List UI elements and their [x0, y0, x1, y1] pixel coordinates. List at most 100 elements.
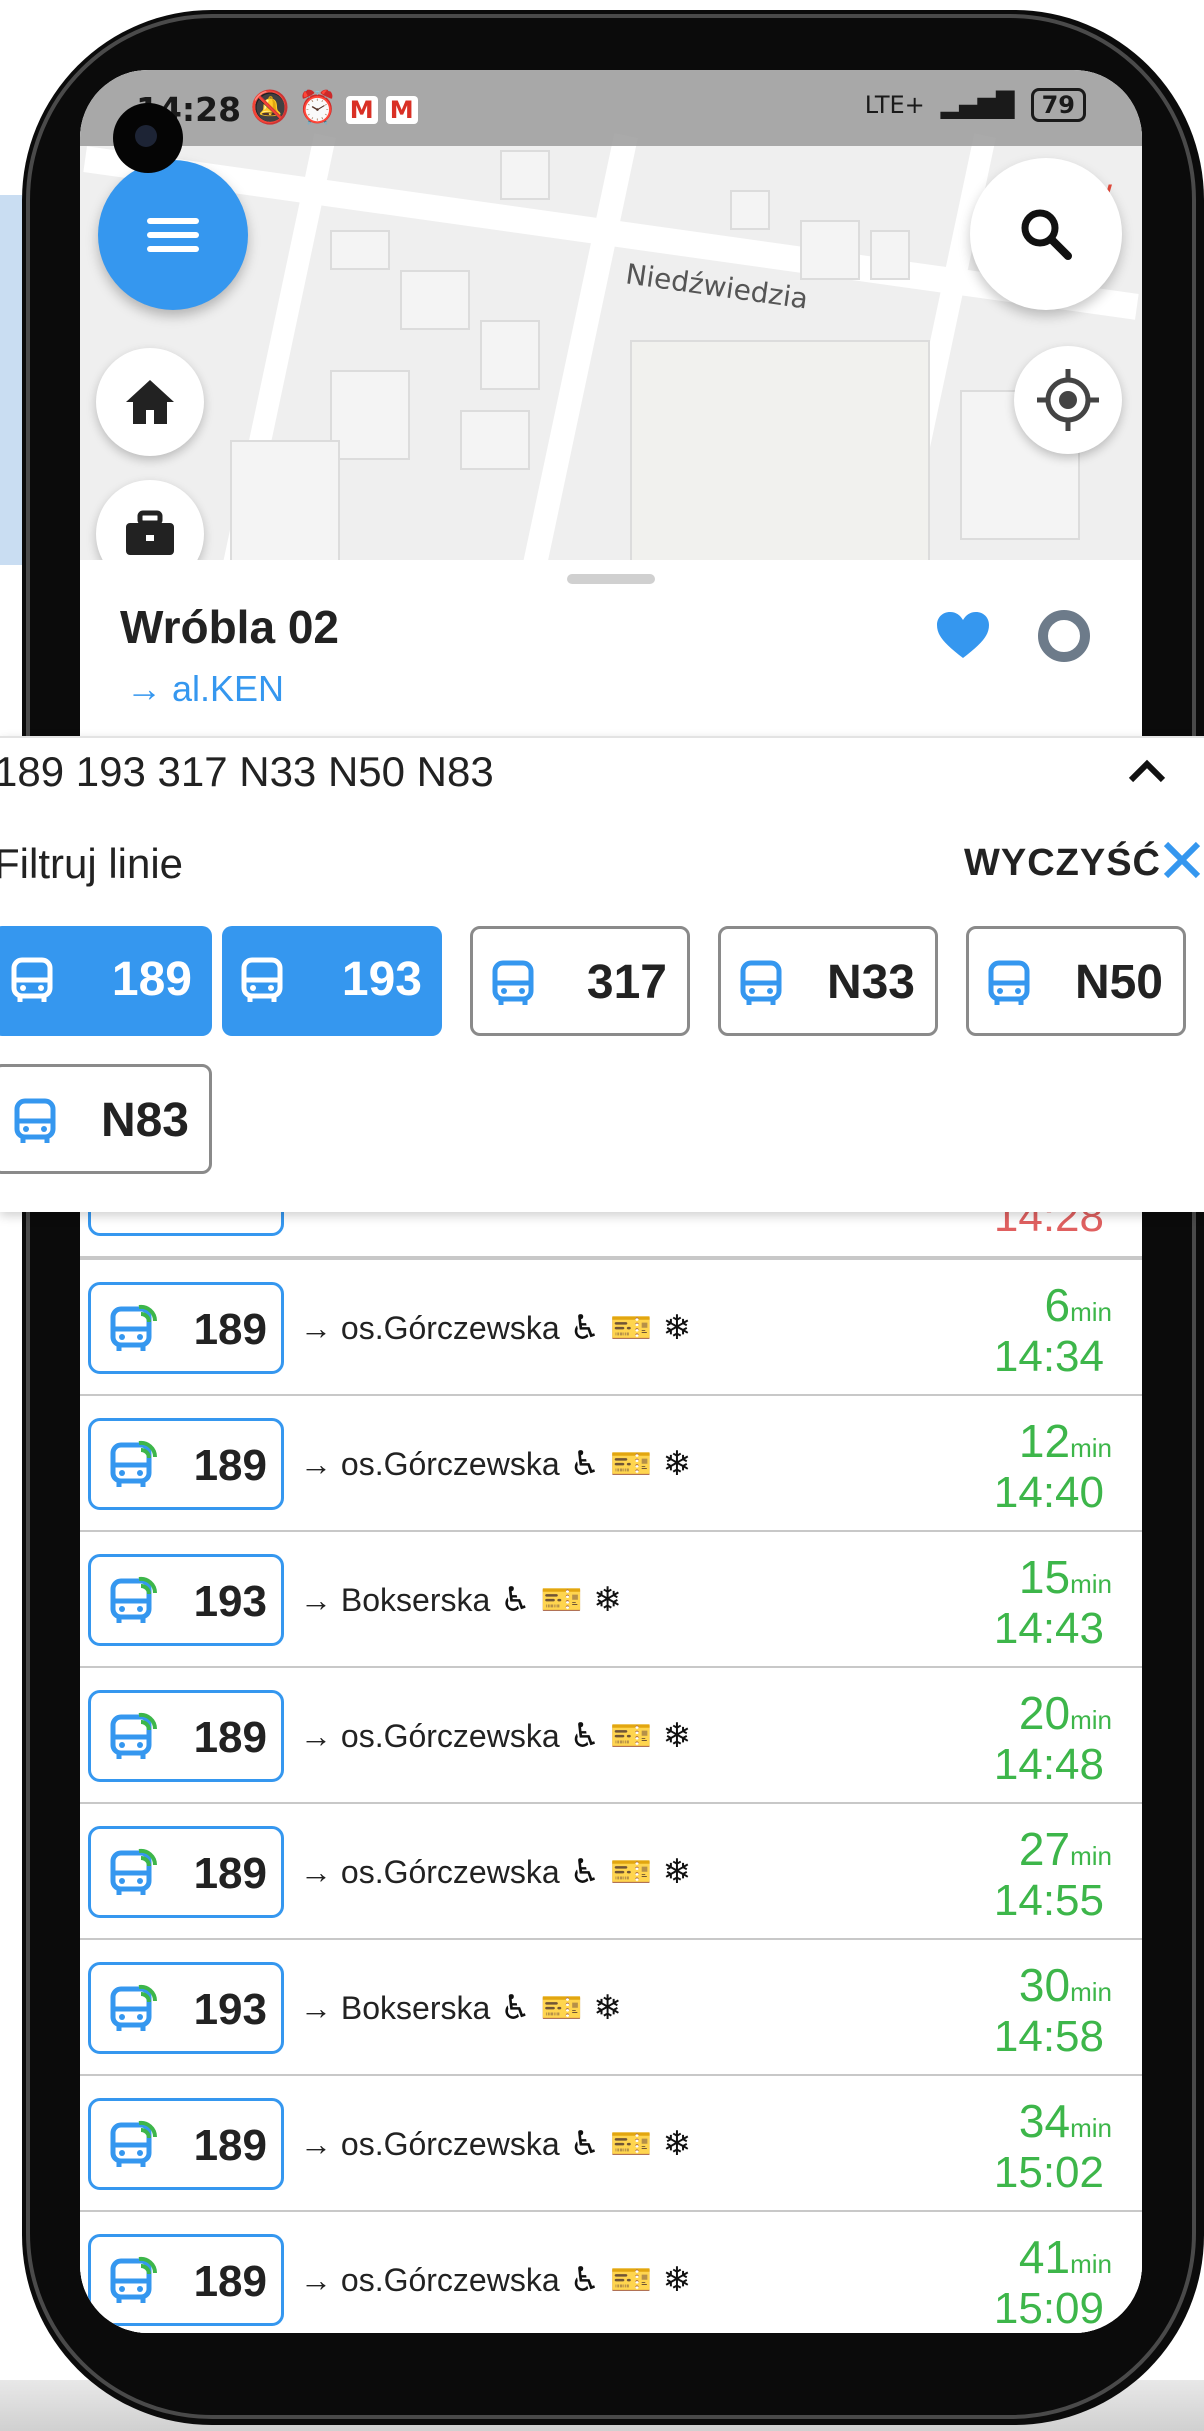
departure-time: 14:55	[993, 1876, 1104, 1925]
snowflake-icon: ❄	[662, 1308, 691, 1348]
line-badge: 189	[88, 1690, 284, 1782]
minutes-value: 27	[1018, 1823, 1071, 1875]
map-building	[460, 410, 530, 470]
status-system-icons: LTE+ ▂▄▆█ 79	[865, 88, 1086, 122]
minutes-unit: min	[1070, 1705, 1112, 1735]
search-button[interactable]	[970, 158, 1122, 310]
home-icon	[126, 380, 174, 424]
destination-label: → os.Górczewska	[300, 1445, 560, 1482]
clear-filter-close[interactable]	[1160, 838, 1204, 887]
map-building	[480, 320, 540, 390]
minutes-value: 12	[1018, 1415, 1071, 1467]
collapse-button[interactable]	[1125, 756, 1169, 791]
menu-button[interactable]	[98, 160, 248, 310]
wheelchair-icon: ♿	[500, 1988, 531, 2028]
front-camera	[113, 103, 183, 173]
line-chip-193[interactable]: 193	[222, 926, 442, 1036]
ticket-machine-icon: 🎫	[610, 1444, 653, 1484]
minutes-value: 34	[1018, 2095, 1071, 2147]
departure-minutes: 12min	[1019, 1414, 1112, 1468]
wheelchair-icon: ♿	[569, 2260, 601, 2300]
line-number: 189	[193, 2121, 267, 2170]
map-view[interactable]: Niedźwiedzia W 14:28 🔕⏰MM LTE+ ▂▄▆█ 79	[80, 70, 1142, 630]
line-badge: 193	[88, 1962, 284, 2054]
destination-label: → Bokserska	[300, 1581, 491, 1618]
map-building	[330, 230, 390, 270]
bus-realtime-icon	[107, 2119, 159, 2176]
line-chip-189[interactable]: 189	[0, 926, 212, 1036]
departure-destination: → Bokserska ♿ 🎫 ❄	[300, 1988, 622, 2028]
sheet-drag-handle[interactable]	[567, 574, 655, 584]
departure-destination: → os.Górczewska ♿ 🎫 ❄	[300, 1716, 691, 1756]
departure-row[interactable]: 189 → os.Górczewska ♿ 🎫 ❄ 12min 14:40	[80, 1394, 1142, 1530]
wheelchair-icon: ♿	[569, 2124, 601, 2164]
departure-minutes: 20min	[1019, 1686, 1112, 1740]
line-badge: 193	[88, 1554, 284, 1646]
line-chip-317[interactable]: 317	[470, 926, 690, 1036]
ticket-machine-icon: 🎫	[610, 1308, 653, 1348]
departure-destination: → os.Górczewska ♿ 🎫 ❄	[300, 1852, 691, 1892]
line-badge: 189	[88, 1282, 284, 1374]
departure-destination: → Bokserska ♿ 🎫 ❄	[300, 1580, 622, 1620]
departure-row[interactable]: 189 → os.Górczewska ♿ 🎫 ❄ 27min 14:55	[80, 1802, 1142, 1938]
favorite-button[interactable]	[935, 610, 991, 665]
mute-icon: 🔕	[250, 88, 290, 126]
destination-label: → os.Górczewska	[300, 2125, 560, 2162]
line-badge: 189	[88, 2234, 284, 2326]
ticket-machine-icon: 🎫	[540, 1580, 584, 1620]
bus-icon	[8, 954, 60, 1018]
gmail-icon: M	[385, 96, 418, 124]
departure-time: 15:09	[993, 2284, 1104, 2333]
clear-filter-button[interactable]: WYCZYŚĆ	[964, 842, 1161, 885]
battery-indicator: 79	[1030, 88, 1086, 122]
departure-row[interactable]: 193 → Bokserska ♿ 🎫 ❄ 30min 14:58	[80, 1938, 1142, 2074]
snowflake-icon: ❄	[662, 2260, 691, 2300]
departure-row[interactable]: 189 → os.Górczewska ♿ 🎫 ❄ 41min 15:09	[80, 2210, 1142, 2333]
ticket-machine-icon: 🎫	[610, 2124, 653, 2164]
departure-minutes: 27min	[1019, 1822, 1112, 1876]
line-number: 189	[193, 1713, 267, 1762]
map-building	[730, 190, 770, 230]
departure-row-partial[interactable]: 14:28	[80, 1206, 1142, 1258]
snowflake-icon: ❄	[593, 1988, 622, 2028]
departure-row[interactable]: 189 → os.Górczewska ♿ 🎫 ❄ 34min 15:02	[80, 2074, 1142, 2210]
departure-row[interactable]: 189 → os.Górczewska ♿ 🎫 ❄ 6min 14:34	[80, 1258, 1142, 1394]
departures-list: 189 → os.Górczewska ♿ 🎫 ❄ 6min 14:34 189 → os.Gó…	[80, 1258, 1142, 2333]
line-chip-N33[interactable]: N33	[718, 926, 938, 1036]
lines-summary: 189 193 317 N33 N50 N83	[0, 748, 494, 795]
minutes-unit: min	[1070, 1569, 1112, 1599]
minutes-value: 41	[1018, 2231, 1071, 2283]
wheelchair-icon: ♿	[500, 1580, 531, 1620]
line-filter-panel: 189 193 317 N33 N50 N83 Filtruj linie WY…	[0, 736, 1204, 1212]
bus-realtime-icon	[107, 2255, 159, 2312]
stop-title: Wróbla 02	[120, 601, 339, 653]
chevron-up-icon	[1128, 759, 1166, 783]
departure-row[interactable]: 189 → os.Górczewska ♿ 🎫 ❄ 20min 14:48	[80, 1666, 1142, 1802]
minutes-unit: min	[1070, 1841, 1112, 1871]
close-icon	[1163, 841, 1201, 879]
wheelchair-icon: ♿	[569, 1852, 601, 1892]
filter-label: Filtruj linie	[0, 840, 184, 887]
departure-time: 14:34	[993, 1332, 1104, 1381]
line-chip-N83[interactable]: N83	[0, 1064, 212, 1174]
departure-row[interactable]: 193 → Bokserska ♿ 🎫 ❄ 15min 14:43	[80, 1530, 1142, 1666]
departure-time: 14:43	[993, 1604, 1104, 1653]
departure-minutes: 15min	[1019, 1550, 1112, 1604]
line-chip-label: N50	[1074, 956, 1163, 1009]
home-button[interactable]	[96, 348, 204, 456]
gmail-icon: M	[345, 96, 378, 124]
map-building	[330, 370, 410, 460]
line-chip-N50[interactable]: N50	[966, 926, 1186, 1036]
map-building	[500, 150, 550, 200]
locate-me-button[interactable]	[1014, 346, 1122, 454]
line-number: 189	[193, 1305, 267, 1354]
departure-minutes: 41min	[1019, 2230, 1112, 2284]
line-chip-label: N33	[826, 956, 915, 1009]
snowflake-icon: ❄	[662, 2124, 691, 2164]
map-building	[800, 220, 860, 280]
wheelchair-icon: ♿	[569, 1716, 601, 1756]
destination-label: → os.Górczewska	[300, 1309, 560, 1346]
live-indicator-button[interactable]	[1038, 610, 1090, 662]
departure-minutes: 30min	[1019, 1958, 1112, 2012]
stop-direction-label: al.KEN	[172, 668, 285, 709]
